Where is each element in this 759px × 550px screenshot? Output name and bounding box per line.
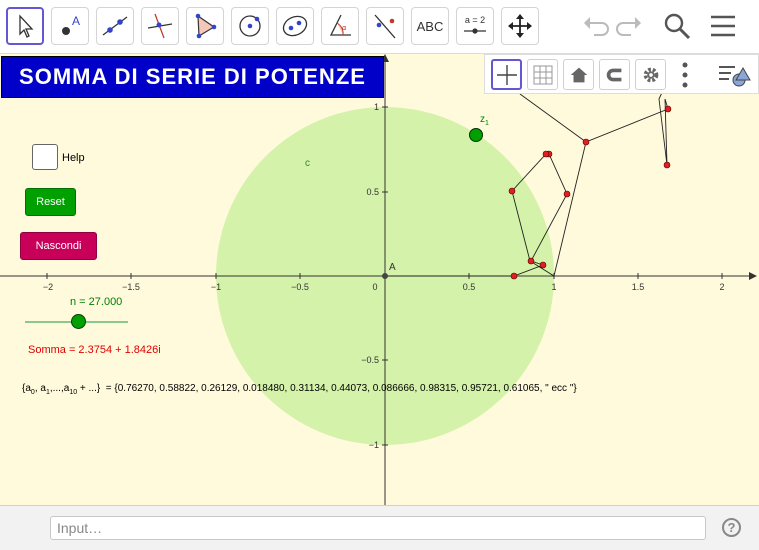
svg-text:A: A [72,14,80,28]
polygon-tool-button[interactable] [186,7,224,45]
point-tool-button[interactable]: A [51,7,89,45]
vertical-dots-icon [682,62,688,88]
x-tick-label: 1.5 [632,282,645,292]
point-z1-label: z1 [480,114,489,127]
toggle-axes-button[interactable] [491,59,522,90]
line-tool-button[interactable] [96,7,134,45]
angle-tool-button[interactable]: α [321,7,359,45]
home-icon [570,67,587,82]
more-options-button[interactable] [680,61,690,89]
perpendicular-line-icon [147,13,173,39]
circle-center-icon [239,15,261,37]
move-view-tool-button[interactable] [501,7,539,45]
slider-icon: a = 2 [464,15,486,34]
reflect-tool-button[interactable] [366,7,404,45]
x-axis-arrow-icon [749,272,757,280]
x-tick-label: 0 [372,282,377,292]
line-icon [102,16,128,36]
svg-text:α: α [342,24,347,32]
x-tick-label: −0.5 [291,282,309,292]
page-title: SOMMA DI SERIE DI POTENZE [1,56,384,98]
x-tick-label: −1 [211,282,221,292]
algebra-input-field[interactable] [50,516,706,540]
toolbar: A α ABC a = 2 [0,0,759,54]
origin-label: A [389,262,396,273]
slider-tool-label: a = 2 [465,15,485,25]
circle-label: c [305,158,310,169]
coefficients-list-text: {a0, a1,...,a10 + ...} = {0.76270, 0.588… [22,383,577,396]
move-arrows-icon [508,14,532,38]
redo-button[interactable] [613,9,647,43]
graphics-settings-button[interactable] [635,59,666,90]
help-checkbox[interactable] [32,144,58,170]
reflect-line-icon [374,14,396,39]
search-button[interactable] [660,9,694,43]
text-tool-label: ABC [416,18,444,34]
triangle-polygon-icon [195,13,217,39]
main-menu-button[interactable] [706,9,740,43]
sum-value-text: Somma = 2.3754 + 1.8426i [28,344,161,356]
partial-sums-path [519,93,587,143]
x-tick-label: −1.5 [122,282,140,292]
reset-button[interactable]: Reset [25,188,76,216]
slider-tool-button[interactable]: a = 2 [456,7,494,45]
y-tick-label: 1 [374,102,379,112]
move-tool-button[interactable] [6,7,44,45]
input-bar: ? [0,505,759,550]
search-icon [664,13,691,40]
perpendicular-tool-button[interactable] [141,7,179,45]
x-tick-label: 0.5 [463,282,476,292]
axes-icon [496,64,517,85]
input-help-icon[interactable]: ? [722,518,741,537]
y-tick-label: −0.5 [361,355,379,365]
y-tick-label: −1 [369,440,379,450]
toggle-style-bar-button[interactable] [717,60,751,90]
undo-icon [584,17,609,36]
origin-point-a[interactable] [382,273,388,279]
text-tool-button[interactable]: ABC [411,7,449,45]
angle-icon: α [329,14,351,36]
x-tick-label: −2 [43,282,53,292]
magnet-icon [606,68,621,81]
undo-button[interactable] [578,9,612,43]
hide-button[interactable]: Nascondi [20,232,97,260]
graphics-style-bar [484,54,759,94]
grid-icon [533,65,552,84]
x-tick-label: 1 [551,282,556,292]
graphics-view[interactable]: −2 −1.5 −1 −0.5 0 0.5 1 1.5 2 1 0.5 −0.5… [0,54,759,505]
ellipse-icon [282,15,308,37]
slider-n-handle[interactable] [71,314,86,329]
cursor-arrow-icon [19,14,34,38]
slider-n-label: n = 27.000 [70,296,123,308]
redo-icon [616,17,641,36]
toggle-grid-button[interactable] [527,59,558,90]
hamburger-menu-icon [711,15,735,37]
ellipse-tool-button[interactable] [276,7,314,45]
point-icon: A [62,14,80,35]
point-z1[interactable] [469,128,483,142]
y-tick-label: 0.5 [366,187,379,197]
gear-icon [643,67,658,82]
style-bar-shapes-icon [719,66,751,87]
standard-view-button[interactable] [563,59,594,90]
x-tick-label: 2 [719,282,724,292]
circle-tool-button[interactable] [231,7,269,45]
point-capturing-button[interactable] [599,59,630,90]
help-checkbox-label: Help [62,152,85,164]
